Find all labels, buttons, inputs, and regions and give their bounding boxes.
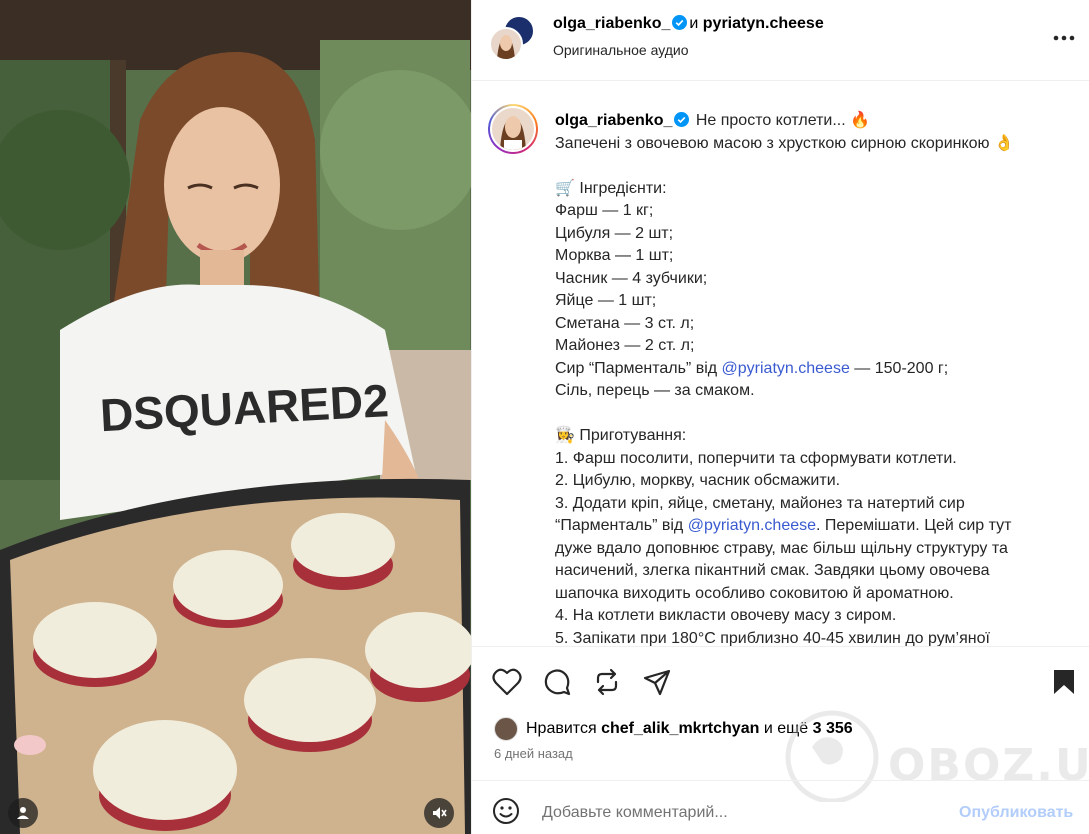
- more-options-button[interactable]: [1050, 26, 1078, 50]
- comment-input[interactable]: [542, 801, 942, 825]
- caption-line: Сир “Парменталь” від @pyriatyn.cheese — …: [555, 358, 1075, 381]
- caption-text: olga_riabenko_ Не просто котлети... 🔥 За…: [555, 110, 1075, 646]
- mention-link[interactable]: @pyriatyn.cheese: [688, 517, 816, 534]
- mute-button[interactable]: [424, 798, 454, 828]
- tagged-users-button[interactable]: [8, 798, 38, 828]
- caption-line: 1. Фарш посолити, поперчити та сформуват…: [555, 449, 957, 467]
- user-icon: [17, 807, 29, 819]
- likes-count[interactable]: 3 356: [813, 720, 853, 738]
- comment-button[interactable]: [542, 667, 572, 697]
- caption-line: [555, 155, 1075, 178]
- caption-line: Часник — 4 зубчики;: [555, 269, 708, 287]
- caption-line: дуже вдало доповнює страву, має більш щі…: [555, 539, 1008, 557]
- post-panel: olga_riabenko_ и pyriatyn.cheese Оригинал…: [471, 0, 1089, 834]
- likes-summary: Нравится chef_alik_mkrtchyan и ещё 3 356: [494, 717, 853, 741]
- verified-icon: [674, 112, 690, 127]
- caption-line: насичений, злегка пікантний смак. Завдяк…: [555, 562, 990, 579]
- caption-line: Сметана — 3 ст. л;: [555, 314, 695, 332]
- share-button[interactable]: [642, 667, 672, 697]
- post-authors: olga_riabenko_ и pyriatyn.cheese: [553, 15, 824, 33]
- emoji-icon: [493, 798, 519, 824]
- caption-line: Морква — 1 шт;: [555, 247, 674, 264]
- caption-line-text: — 150-200 г;: [854, 359, 949, 377]
- caption-line: [555, 403, 1075, 426]
- caption-line: Сіль, перець — за смаком.: [555, 382, 755, 399]
- author-username[interactable]: olga_riabenko_: [553, 15, 670, 32]
- collab-avatars[interactable]: [489, 15, 535, 61]
- author-avatar[interactable]: [489, 27, 523, 61]
- caption-username[interactable]: olga_riabenko_: [555, 112, 672, 129]
- liker-avatar[interactable]: [494, 717, 518, 741]
- heart-icon: [492, 668, 522, 696]
- caption-line: Фарш — 1 кг;: [555, 202, 654, 219]
- caption-line: “Парменталь” від @pyriatyn.cheese. Перем…: [555, 515, 1075, 538]
- caption-area[interactable]: olga_riabenko_ Не просто котлети... 🔥 За…: [472, 82, 1089, 646]
- caption-line: 4. На котлети викласти овочеву масу з си…: [555, 607, 897, 624]
- caption-line: 3. Додати кріп, яйце, сметану, майонез т…: [555, 494, 965, 512]
- caption-line-text: Сир “Парменталь” від: [555, 359, 718, 377]
- caption-line: olga_riabenko_ Не просто котлети... 🔥: [555, 110, 1075, 133]
- caption-line: Цибуля — 2 шт;: [555, 224, 674, 242]
- emoji-button[interactable]: [492, 797, 522, 827]
- like-button[interactable]: [492, 667, 522, 697]
- comment-icon: [544, 669, 571, 696]
- collaborator-username[interactable]: pyriatyn.cheese: [703, 15, 824, 32]
- verified-icon: [672, 15, 688, 30]
- likes-prefix: Нравится: [526, 720, 597, 737]
- caption-line: 5. Запікати при 180°C приблизно 40-45 хв…: [555, 629, 990, 647]
- more-icon: [1053, 35, 1075, 41]
- post-actions: Нравится chef_alik_mkrtchyan и ещё 3 356…: [472, 646, 1089, 780]
- share-icon: [643, 669, 671, 696]
- caption-line: шапочка виходить особливо соковитою й ар…: [555, 584, 954, 602]
- repost-button[interactable]: [592, 667, 622, 697]
- save-button[interactable]: [1049, 667, 1079, 697]
- likes-middle: и ещё: [763, 720, 809, 737]
- original-audio-link[interactable]: Оригинальное аудио: [553, 42, 689, 58]
- caption-line: Запечені з овочевою масою з хрусткою сир…: [555, 134, 1014, 152]
- caption-line-text: . Перемішати. Цей сир тут: [816, 517, 1012, 534]
- caption-line: 🛒 Інгредієнти:: [555, 179, 667, 197]
- mute-icon: [433, 807, 447, 819]
- caption-line-text: “Парменталь” від: [555, 517, 684, 534]
- liker-username[interactable]: chef_alik_mkrtchyan: [601, 720, 759, 738]
- caption-line: 2. Цибулю, моркву, часник обсмажити.: [555, 472, 841, 489]
- author-conjunction: и: [689, 15, 699, 32]
- bookmark-icon: [1054, 670, 1074, 694]
- caption-line: 👩‍🍳 Приготування:: [555, 427, 687, 444]
- post-header: olga_riabenko_ и pyriatyn.cheese Оригинал…: [472, 0, 1089, 81]
- caption-line-text: Не просто котлети... 🔥: [695, 112, 871, 129]
- mention-link[interactable]: @pyriatyn.cheese: [722, 360, 850, 377]
- post-media[interactable]: DSQUARED2: [0, 0, 471, 834]
- caption-author-avatar[interactable]: [488, 104, 538, 154]
- repost-icon: [596, 668, 618, 696]
- post-timestamp[interactable]: 6 дней назад: [494, 746, 573, 761]
- caption-line: Майонез — 2 ст. л;: [555, 337, 695, 354]
- publish-comment-button[interactable]: Опубликовать: [959, 804, 1073, 822]
- comment-bar: Опубликовать: [472, 780, 1089, 834]
- caption-line: Яйце — 1 шт;: [555, 292, 657, 309]
- media-scene-image: DSQUARED2: [0, 0, 471, 834]
